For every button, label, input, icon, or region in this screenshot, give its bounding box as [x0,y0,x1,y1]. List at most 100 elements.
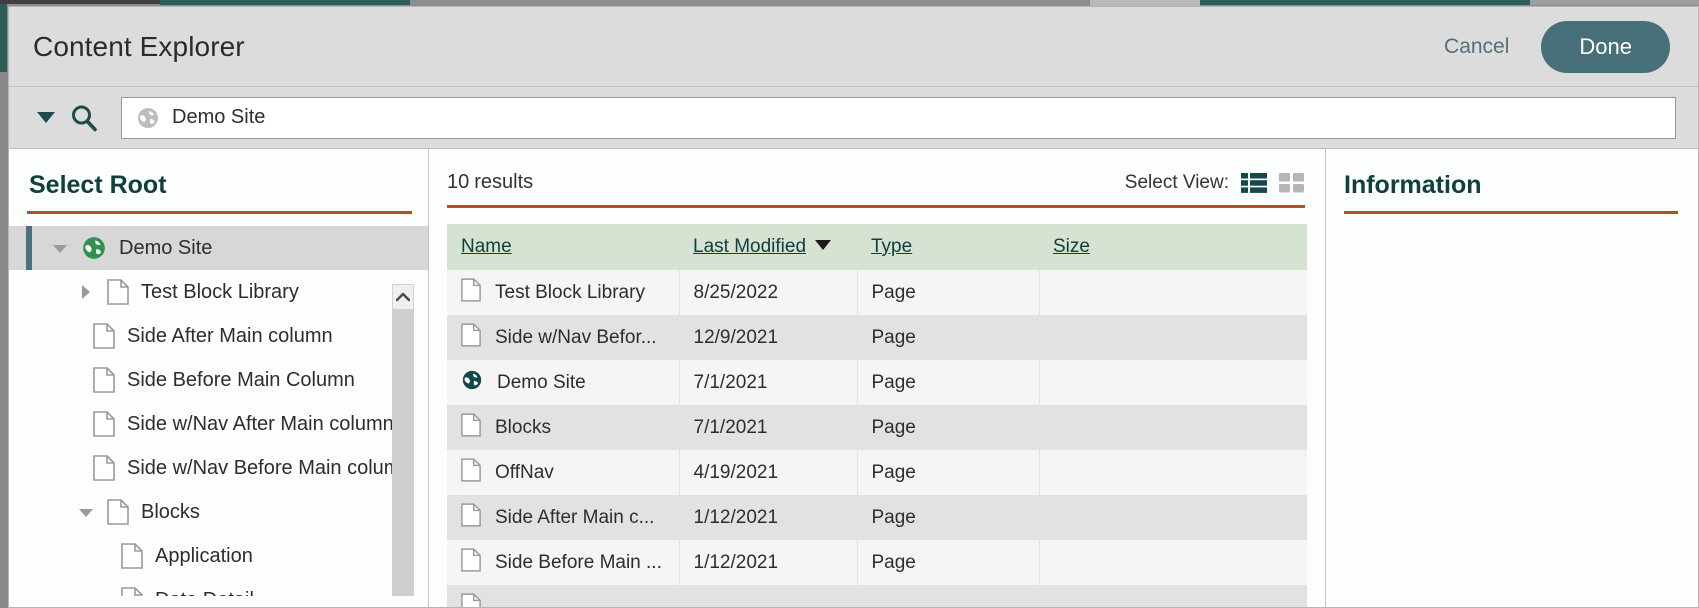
page-icon [461,502,481,533]
row-name-label: Side w/Nav Befor... [495,326,657,348]
page-icon [93,323,115,349]
tree-item-label: Side After Main column [127,324,333,347]
cell-last-modified: 1/12/2021 [679,495,858,540]
chevron-down-icon[interactable] [79,505,93,519]
results-table: Name Last Modified Type Size Test Block … [447,224,1307,607]
cell-size [1039,585,1307,607]
tree-item-application[interactable]: Application [9,534,428,578]
background-accent-left [0,0,7,72]
chevron-up-icon[interactable] [392,284,414,310]
page-icon [461,322,481,353]
cell-type: Page [857,360,1040,405]
tree-item-label: Side w/Nav Before Main colum [127,456,401,479]
tree-item-side-before-main-column[interactable]: Side Before Main Column [9,358,428,402]
column-header-type[interactable]: Type [857,224,1039,270]
tree-item-label: Demo Site [119,236,213,259]
search-input-value: Demo Site [172,106,266,128]
background-accent-f [1530,0,1699,5]
column-header-size[interactable]: Size [1039,224,1307,270]
cell-type: Page [857,450,1040,495]
tree-scrollbar[interactable] [392,284,414,596]
cell-name: Side After Main c... [447,495,680,540]
sort-descending-icon [815,240,832,250]
globe-icon [81,235,107,261]
table-row[interactable]: Side w/Nav Befor... 12/9/2021 Page [447,315,1307,360]
cell-size [1039,270,1307,315]
dialog-actions: Cancel Done [1434,20,1670,73]
tree-item-demo-site[interactable]: Demo Site [9,226,428,270]
page-icon [93,411,115,437]
page-icon [107,279,129,305]
tree-item-side-wnav-before-main-column[interactable]: Side w/Nav Before Main colum [9,446,428,490]
cell-name: Test Block Library [447,270,680,315]
row-name-label: OffNav [495,461,554,483]
table-row[interactable]: Side After Main c... 1/12/2021 Page [447,495,1307,540]
root-tree: Demo Site Test Block Library Side After … [9,226,428,596]
cell-size [1039,540,1307,585]
chevron-down-icon[interactable] [53,241,67,255]
search-input[interactable]: Demo Site [121,96,1676,139]
results-toolbar: 10 results Select View: [429,149,1325,194]
tree-item-test-block-library[interactable]: Test Block Library [9,270,428,314]
select-view-group: Select View: [1125,172,1305,194]
tree-item-data-detail[interactable]: Data Detail [9,578,428,596]
background-accent-e [1200,0,1530,5]
grid-view-icon[interactable] [1279,172,1305,194]
cell-size [1039,360,1307,405]
search-bar: Demo Site [9,87,1698,149]
sort-link-type[interactable]: Type [871,236,912,257]
select-root-panel: Select Root Demo Site Test Block Library… [9,149,429,607]
panel-divider [27,211,412,214]
cell-type: Page [857,315,1040,360]
cell-name: Demo Site [447,360,680,405]
cell-last-modified: 12/9/2021 [679,315,858,360]
table-row[interactable]: Side Before Main ... 1/12/2021 Page [447,540,1307,585]
dialog-titlebar: Content Explorer Cancel Done [9,7,1698,87]
chevron-right-icon[interactable] [79,285,93,299]
search-icon[interactable] [69,103,99,133]
cancel-button[interactable]: Cancel [1434,29,1519,65]
information-heading: Information [1344,171,1482,199]
tree-item-label: Side w/Nav After Main column [127,412,394,435]
table-row[interactable]: Demo Site 7/1/2021 Page [447,360,1307,405]
cell-size [1039,450,1307,495]
page-icon [461,457,481,488]
tree-item-side-wnav-after-main-column[interactable]: Side w/Nav After Main column [9,402,428,446]
background-accent-b [0,0,160,4]
content-explorer-dialog: Content Explorer Cancel Done Demo Site S… [8,6,1699,608]
cell-last-modified: 7/1/2021 [679,405,858,450]
tree-item-blocks[interactable]: Blocks [9,490,428,534]
table-row[interactable]: OffNav 4/19/2021 Page [447,450,1307,495]
tree-item-label: Data Detail [155,589,254,597]
table-row[interactable] [447,585,1307,607]
cell-type: Page [857,540,1040,585]
chevron-down-icon[interactable] [37,112,55,123]
table-header-row: Name Last Modified Type Size [447,224,1307,270]
cell-last-modified: 8/25/2022 [679,270,858,315]
tree-item-side-after-main-column[interactable]: Side After Main column [9,314,428,358]
page-icon [107,499,129,525]
tree-item-label: Test Block Library [141,280,299,303]
background-accent-c [160,0,410,5]
results-count: 10 results [447,171,533,194]
cell-size [1039,495,1307,540]
column-header-name[interactable]: Name [447,224,679,270]
done-button[interactable]: Done [1541,20,1670,73]
page-icon [93,367,115,393]
cell-last-modified: 4/19/2021 [679,450,858,495]
sort-link-name[interactable]: Name [461,236,512,257]
cell-name: Blocks [447,405,680,450]
page-icon [461,412,481,443]
tree-item-label: Side Before Main Column [127,368,355,391]
sort-link-size[interactable]: Size [1053,236,1090,257]
page-icon [93,455,115,481]
column-header-last-modified[interactable]: Last Modified [679,224,857,270]
table-row[interactable]: Blocks 7/1/2021 Page [447,405,1307,450]
list-view-icon[interactable] [1241,172,1267,194]
cell-type: Page [857,405,1040,450]
globe-icon [461,369,483,397]
sort-link-last-modified[interactable]: Last Modified [693,236,806,257]
cell-type [857,585,1040,607]
table-row[interactable]: Test Block Library 8/25/2022 Page [447,270,1307,315]
cell-size [1039,405,1307,450]
